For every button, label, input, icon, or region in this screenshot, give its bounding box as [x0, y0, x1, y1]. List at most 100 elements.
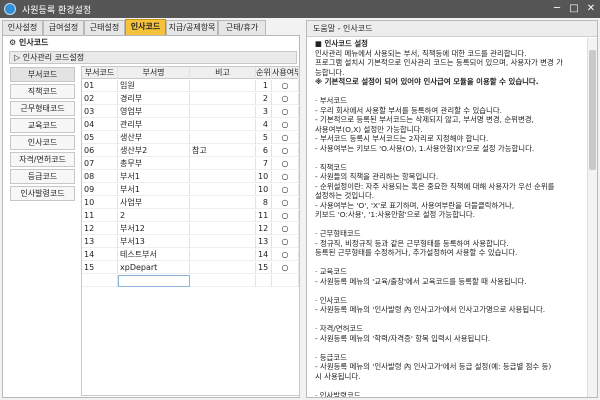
cell-name[interactable]: 부서1 — [118, 171, 190, 183]
cell-use[interactable]: ○ — [272, 236, 299, 248]
work-type-code-button[interactable]: 근무형태코드 — [10, 101, 75, 116]
cell-rank[interactable]: 13 — [256, 236, 272, 248]
col-header-use[interactable]: 사용여부 — [272, 67, 299, 79]
cell-rank[interactable]: 14 — [256, 249, 272, 261]
cell-note[interactable] — [190, 80, 256, 92]
table-row[interactable]: 05 생산부 5 ○ — [82, 132, 299, 144]
table-row[interactable]: 13 부서13 13 ○ — [82, 236, 299, 248]
cell-rank[interactable]: 1 — [256, 80, 272, 92]
cell-name[interactable]: 2 — [118, 210, 190, 222]
cell-rank[interactable]: 8 — [256, 197, 272, 209]
cell-code[interactable]: 09 — [82, 184, 118, 196]
cell-use[interactable]: ○ — [272, 184, 299, 196]
cell-name[interactable]: 부서12 — [118, 223, 190, 235]
table-row[interactable]: 08 부서1 10 ○ — [82, 171, 299, 183]
cell-rank[interactable]: 12 — [256, 223, 272, 235]
cell-use[interactable]: ○ — [272, 223, 299, 235]
table-row[interactable]: 07 총무부 7 ○ — [82, 158, 299, 170]
cell-note[interactable] — [190, 158, 256, 170]
cell-note[interactable] — [190, 93, 256, 105]
table-row[interactable]: 10 사업부 8 ○ — [82, 197, 299, 209]
cell-use[interactable]: ○ — [272, 197, 299, 209]
cell-note[interactable] — [190, 223, 256, 235]
tab-hr-codes[interactable]: 인사코드 — [125, 19, 166, 35]
close-button[interactable]: ✕ — [583, 1, 599, 17]
cell-code[interactable]: 10 — [82, 197, 118, 209]
cell-note[interactable] — [190, 275, 256, 287]
cell-use[interactable]: ○ — [272, 262, 299, 274]
dept-code-button[interactable]: 부서코드 — [10, 67, 75, 82]
col-header-rank[interactable]: 순위 — [256, 67, 272, 79]
cell-name[interactable]: 테스트부서 — [118, 249, 190, 261]
cell-code[interactable]: 02 — [82, 93, 118, 105]
cell-code[interactable]: 12 — [82, 223, 118, 235]
col-header-note[interactable]: 비고 — [190, 67, 256, 79]
cell-rank[interactable]: 6 — [256, 145, 272, 157]
cell-use[interactable]: ○ — [272, 132, 299, 144]
cell-use[interactable]: ○ — [272, 249, 299, 261]
table-row[interactable]: 09 부서1 10 ○ — [82, 184, 299, 196]
table-row[interactable]: 06 생산부2 참고 6 ○ — [82, 145, 299, 157]
cell-note[interactable] — [190, 119, 256, 131]
cell-note[interactable]: 참고 — [190, 145, 256, 157]
cell-use[interactable]: ○ — [272, 80, 299, 92]
table-row[interactable]: 15 xpDepart 15 ○ — [82, 262, 299, 274]
cell-code[interactable]: 13 — [82, 236, 118, 248]
cell-rank[interactable]: 10 — [256, 184, 272, 196]
education-code-button[interactable]: 교육코드 — [10, 118, 75, 133]
cell-name[interactable]: 부서1 — [118, 184, 190, 196]
cell-rank[interactable]: 7 — [256, 158, 272, 170]
cell-rank[interactable]: 11 — [256, 210, 272, 222]
cell-rank[interactable]: 10 — [256, 171, 272, 183]
cell-name[interactable]: 임원 — [118, 80, 190, 92]
cell-code[interactable]: 03 — [82, 106, 118, 118]
cell-use[interactable]: ○ — [272, 158, 299, 170]
col-header-code[interactable]: 부서코드 — [82, 67, 118, 79]
table-row[interactable]: 01 임원 1 ○ — [82, 80, 299, 92]
cell-code[interactable] — [82, 275, 118, 287]
cell-note[interactable] — [190, 106, 256, 118]
hr-code-button[interactable]: 인사코드 — [10, 135, 75, 150]
cell-note[interactable] — [190, 171, 256, 183]
cell-note[interactable] — [190, 262, 256, 274]
cell-use[interactable]: ○ — [272, 93, 299, 105]
cell-use[interactable]: ○ — [272, 171, 299, 183]
cell-rank[interactable]: 15 — [256, 262, 272, 274]
cell-code[interactable]: 06 — [82, 145, 118, 157]
cell-name[interactable] — [118, 275, 190, 287]
cell-note[interactable] — [190, 184, 256, 196]
cell-rank[interactable] — [256, 275, 272, 287]
table-row[interactable]: 11 2 11 ○ — [82, 210, 299, 222]
help-scrollbar-thumb[interactable] — [589, 50, 596, 170]
cell-use[interactable]: ○ — [272, 145, 299, 157]
cell-name[interactable]: 관리부 — [118, 119, 190, 131]
tab-attendance-settings[interactable]: 근태설정 — [84, 20, 125, 35]
cell-note[interactable] — [190, 210, 256, 222]
license-code-button[interactable]: 자격/면허코드 — [10, 152, 75, 167]
table-row[interactable]: 04 관리부 4 ○ — [82, 119, 299, 131]
cell-use[interactable]: ○ — [272, 106, 299, 118]
cell-name[interactable]: xpDepart — [118, 262, 190, 274]
position-code-button[interactable]: 직책코드 — [10, 84, 75, 99]
help-scrollbar[interactable] — [587, 38, 597, 397]
table-row[interactable]: 02 경리부 2 ○ — [82, 93, 299, 105]
cell-note[interactable] — [190, 197, 256, 209]
cell-name[interactable]: 부서13 — [118, 236, 190, 248]
cell-rank[interactable]: 4 — [256, 119, 272, 131]
tab-pay-deduction-items[interactable]: 지급/공제항목 — [166, 20, 218, 35]
col-header-name[interactable]: 부서명 — [118, 67, 190, 79]
cell-note[interactable] — [190, 249, 256, 261]
cell-name[interactable]: 생산부 — [118, 132, 190, 144]
table-row[interactable]: 14 테스트부서 14 ○ — [82, 249, 299, 261]
cell-use[interactable]: ○ — [272, 210, 299, 222]
cell-use[interactable]: ○ — [272, 119, 299, 131]
tab-hr-settings[interactable]: 인사설정 — [2, 20, 43, 35]
cell-code[interactable]: 11 — [82, 210, 118, 222]
tab-attendance-leave[interactable]: 근태/휴가 — [218, 20, 266, 35]
cell-code[interactable]: 15 — [82, 262, 118, 274]
minimize-button[interactable]: ─ — [549, 1, 565, 17]
cell-code[interactable]: 04 — [82, 119, 118, 131]
table-row[interactable]: 12 부서12 12 ○ — [82, 223, 299, 235]
appointment-code-button[interactable]: 인사발령코드 — [10, 186, 75, 201]
cell-name[interactable]: 총무부 — [118, 158, 190, 170]
